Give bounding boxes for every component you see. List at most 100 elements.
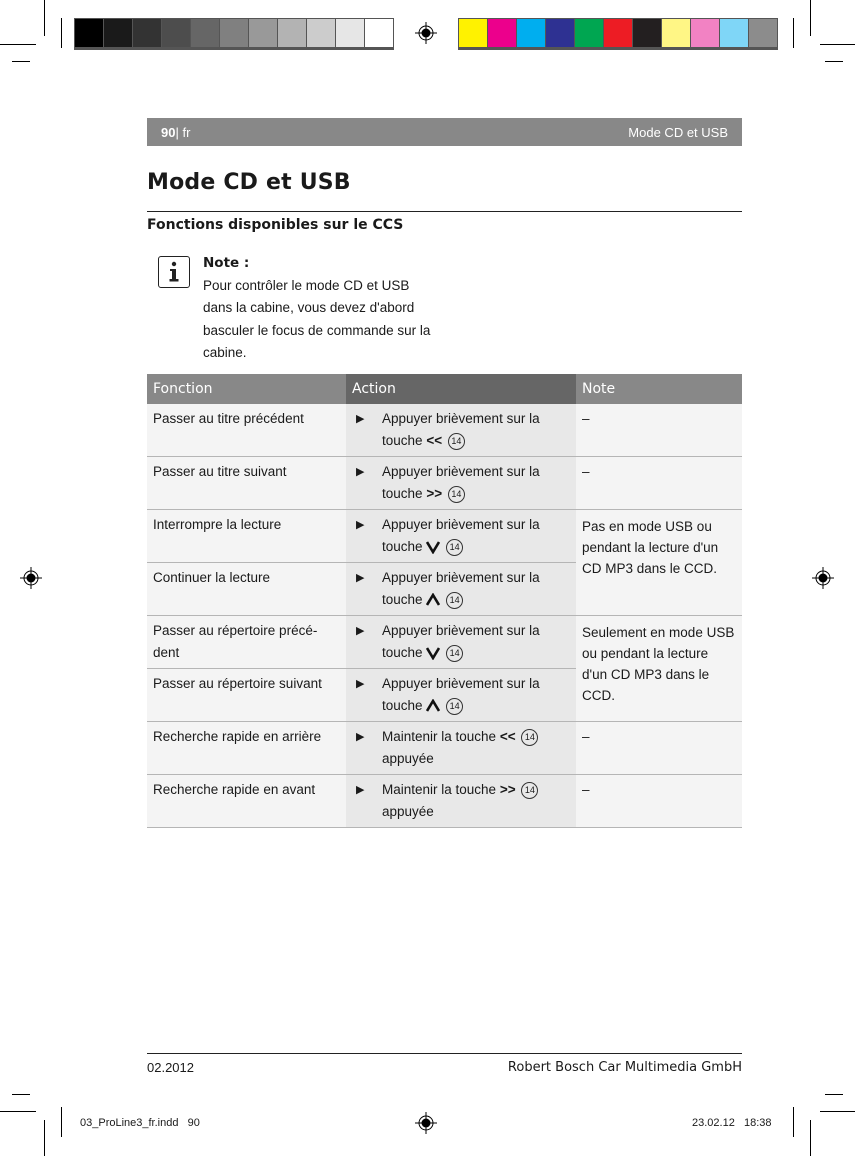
footer-date: 02.2012	[147, 1060, 194, 1075]
bullet-triangle-icon: ▶	[356, 625, 365, 637]
page-number: 90	[161, 124, 176, 140]
crop-mark	[61, 18, 62, 48]
action-text: Appuyer brièvement sur la touche 14	[382, 514, 570, 558]
reference-number: 14	[521, 728, 539, 746]
key-symbol: <<	[426, 433, 443, 448]
color-swatch	[575, 19, 603, 47]
action-instruction: Maintenir la touche	[382, 729, 497, 744]
action-text: Appuyer brièvement sur la touche << 14	[382, 408, 570, 452]
color-swatch	[336, 19, 364, 47]
fonction-cell: Passer au titre précédent	[147, 404, 346, 457]
color-swatch	[488, 19, 516, 47]
slug-filename: 03_ProLine3_fr.indd 90	[80, 1117, 200, 1129]
footer-company: Robert Bosch Car Multimedia GmbH	[507, 1060, 742, 1075]
chevron-down-icon	[426, 541, 441, 555]
crop-mark	[825, 61, 843, 62]
page-title: Mode CD et USB	[147, 170, 351, 195]
color-calibration-bar	[458, 18, 778, 50]
crop-mark	[0, 44, 36, 45]
info-icon	[158, 256, 190, 288]
key-symbol: >>	[499, 782, 516, 797]
running-header: 90| fr Mode CD et USB	[147, 118, 742, 146]
action-text: Maintenir la touche << 14 appuyée	[382, 726, 539, 770]
chevron-up-icon	[426, 699, 441, 713]
crop-mark	[825, 1094, 843, 1095]
slug-timestamp: 23.02.12 18:38	[692, 1117, 772, 1129]
language-code: | fr	[175, 124, 191, 140]
note-block: Note : Pour contrôler le mode CD et USB …	[203, 252, 443, 365]
color-swatch	[604, 19, 632, 47]
fonction-cell: Passer au répertoire précé-dent	[147, 615, 346, 669]
color-swatch	[75, 19, 103, 47]
crop-mark	[793, 18, 794, 48]
color-swatch	[633, 19, 661, 47]
note-line: cabine.	[203, 345, 247, 360]
color-swatch	[278, 19, 306, 47]
action-text: Maintenir la touche >> 14 appuyée	[382, 779, 539, 823]
fonction-cell: Passer au titre suivant	[147, 456, 346, 510]
reference-number: 14	[446, 644, 464, 662]
action-cell: ▶ Maintenir la touche >> 14 appuyée	[346, 774, 576, 828]
note-label: Note :	[203, 255, 250, 271]
color-swatch	[104, 19, 132, 47]
reference-number: 14	[521, 781, 539, 799]
action-suffix: appuyée	[382, 751, 434, 766]
bullet-triangle-icon: ▶	[356, 572, 365, 584]
action-text: Appuyer brièvement sur la touche >> 14	[382, 461, 570, 505]
chapter-title: Mode CD et USB	[628, 124, 728, 140]
chevron-down-icon	[426, 647, 441, 661]
bullet-triangle-icon: ▶	[356, 731, 365, 743]
column-header-note: Note	[576, 374, 742, 404]
registration-mark-icon	[20, 567, 42, 589]
action-cell: ▶ Appuyer brièvement sur la touche 14	[346, 562, 576, 616]
color-swatch	[691, 19, 719, 47]
bullet-triangle-icon: ▶	[356, 466, 365, 478]
key-symbol: <<	[499, 729, 516, 744]
table-row: Interrompre la lecture ▶ Appuyer brièvemen…	[147, 509, 742, 616]
action-cell: ▶ Maintenir la touche << 14 appuyée	[346, 721, 576, 775]
footer-divider	[147, 1053, 742, 1054]
table-row: Passer au titre suivant ▶ Appuyer brièveme…	[147, 456, 742, 510]
reference-number: 14	[446, 591, 464, 609]
note-line: Pour contrôler le mode CD et USB	[203, 277, 410, 293]
color-swatch	[220, 19, 248, 47]
action-cell: ▶ Appuyer brièvement sur la touche 14	[346, 509, 576, 563]
reference-number: 14	[447, 432, 465, 450]
note-cell: –	[576, 721, 742, 775]
action-text: Appuyer brièvement sur la touche 14	[382, 620, 570, 664]
crop-mark	[12, 1094, 30, 1095]
color-swatch	[365, 19, 393, 47]
bullet-triangle-icon: ▶	[356, 784, 365, 796]
color-swatch	[249, 19, 277, 47]
table-row: Recherche rapide en arrière ▶ Maintenir la…	[147, 721, 742, 775]
note-cell: Pas en mode USB ou pendant la lecture d'…	[576, 509, 742, 616]
gray-calibration-bar	[74, 18, 394, 50]
crop-mark	[810, 0, 811, 36]
fonction-cell: Continuer la lecture	[147, 562, 346, 616]
color-swatch	[133, 19, 161, 47]
color-swatch	[662, 19, 690, 47]
note-cell: –	[576, 456, 742, 510]
crop-mark	[810, 1120, 811, 1156]
color-swatch	[191, 19, 219, 47]
note-line: basculer le focus de commande sur la	[203, 322, 431, 338]
reference-number: 14	[446, 538, 464, 556]
chevron-up-icon	[426, 593, 441, 607]
table-row: Passer au titre précédent ▶ Appuyer briève…	[147, 404, 742, 457]
bullet-triangle-icon: ▶	[356, 519, 365, 531]
crop-mark	[44, 1120, 45, 1156]
bullet-triangle-icon: ▶	[356, 678, 365, 690]
fonction-cell: Interrompre la lecture	[147, 509, 346, 563]
reference-number: 14	[446, 697, 464, 715]
color-swatch	[546, 19, 574, 47]
registration-mark-icon	[812, 567, 834, 589]
section-divider	[147, 211, 742, 212]
crop-mark	[12, 61, 30, 62]
table-row: Passer au répertoire précé-dent ▶ Appuyer …	[147, 615, 742, 722]
fonction-cell: Passer au répertoire suivant	[147, 668, 346, 722]
reference-number: 14	[447, 485, 465, 503]
action-cell: ▶ Appuyer brièvement sur la touche 14	[346, 615, 576, 669]
action-cell: ▶ Appuyer brièvement sur la touche << 14	[346, 404, 576, 457]
crop-mark	[0, 1111, 36, 1112]
note-cell: –	[576, 774, 742, 828]
